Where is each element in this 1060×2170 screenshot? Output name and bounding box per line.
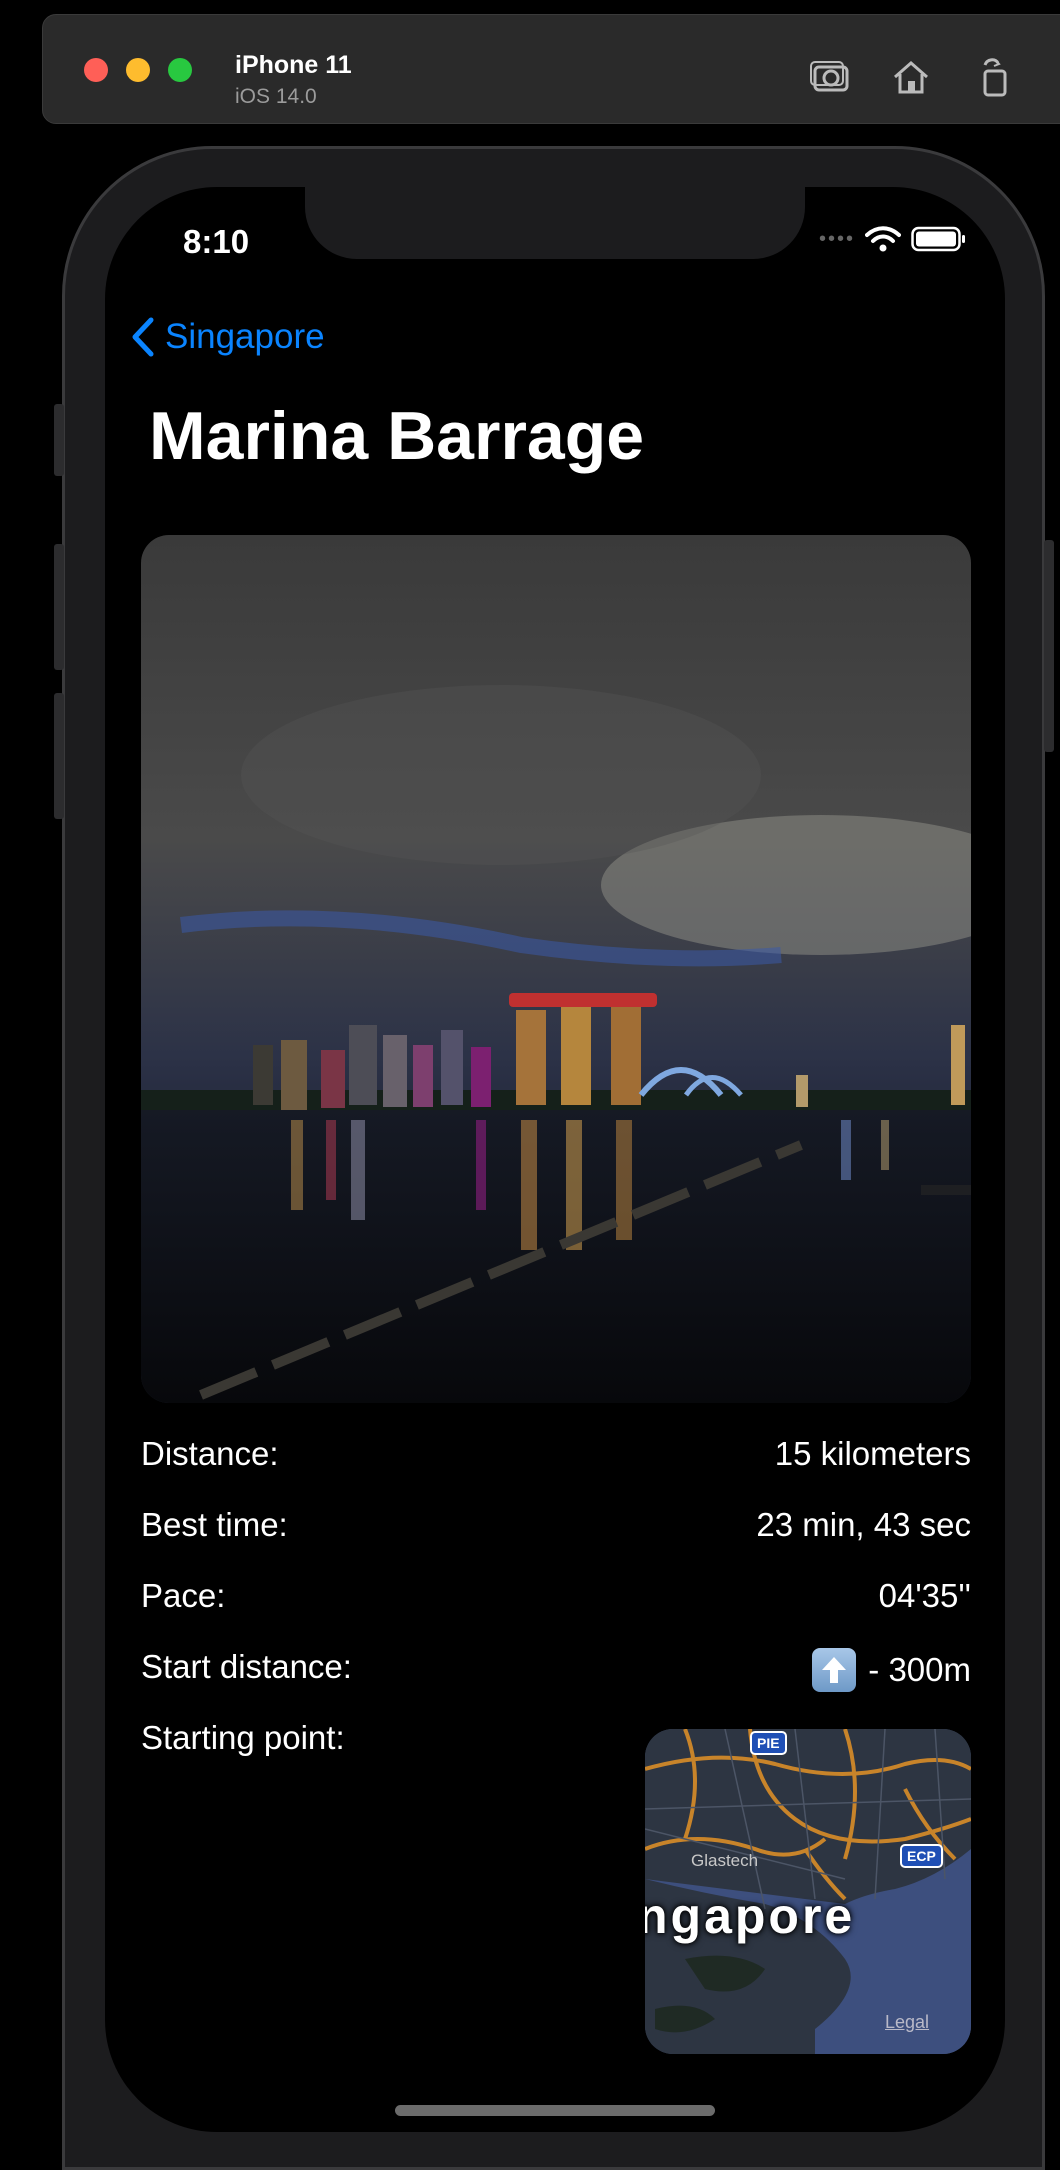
home-indicator[interactable] xyxy=(395,2105,715,2116)
home-icon[interactable] xyxy=(889,55,933,99)
detail-label: Start distance: xyxy=(141,1648,352,1685)
location-photo xyxy=(141,535,971,1403)
detail-value-group: - 300m xyxy=(812,1648,971,1692)
minimize-window-button[interactable] xyxy=(126,58,150,82)
device-name: iPhone 11 xyxy=(235,51,352,79)
map-city-label: ngapore xyxy=(645,1888,856,1944)
detail-label: Starting point: xyxy=(141,1719,345,1756)
detail-row-distance: Distance: 15 kilometers xyxy=(141,1427,971,1498)
simulator-toolbar: iPhone 11 iOS 14.0 xyxy=(42,14,1060,124)
detail-row-start-distance: Start distance: - 300m xyxy=(141,1640,971,1711)
detail-label: Pace: xyxy=(141,1577,226,1614)
os-version: iOS 14.0 xyxy=(235,85,317,108)
signal-icon: •••• xyxy=(818,227,855,250)
map-place-label: Glastech xyxy=(691,1851,759,1870)
notch xyxy=(305,187,805,259)
chevron-left-icon xyxy=(132,317,154,357)
status-icons: •••• xyxy=(819,225,967,253)
volume-up-button xyxy=(54,544,64,670)
starting-point-map[interactable]: PIE ECP Glastech ngapore Legal xyxy=(645,1729,971,2054)
mute-switch xyxy=(54,404,64,476)
zoom-window-button[interactable] xyxy=(168,58,192,82)
detail-value: - 300m xyxy=(868,1651,971,1688)
phone-screen: 8:10 •••• Singapore Marina Barrage Dista… xyxy=(105,187,1005,2132)
screenshot-icon[interactable] xyxy=(809,55,853,99)
wifi-icon xyxy=(865,226,901,252)
detail-label: Best time: xyxy=(141,1506,288,1543)
expressway-shield: ECP xyxy=(900,1844,943,1868)
page-title: Marina Barrage xyxy=(149,398,645,474)
close-window-button[interactable] xyxy=(84,58,108,82)
back-button[interactable]: Singapore xyxy=(131,317,325,357)
detail-row-pace: Pace: 04'35'' xyxy=(141,1569,971,1640)
detail-value: 15 kilometers xyxy=(774,1435,971,1472)
expressway-shield: PIE xyxy=(750,1731,787,1755)
detail-row-best-time: Best time: 23 min, 43 sec xyxy=(141,1498,971,1569)
side-button xyxy=(1044,540,1054,752)
detail-value: 23 min, 43 sec xyxy=(756,1506,971,1543)
volume-down-button xyxy=(54,693,64,819)
up-arrow-icon xyxy=(812,1648,857,1692)
map-legal-link[interactable]: Legal xyxy=(885,2012,929,2033)
detail-label: Distance: xyxy=(141,1435,279,1472)
rotate-icon[interactable] xyxy=(973,55,1017,99)
detail-value: 04'35'' xyxy=(878,1577,971,1614)
back-button-label: Singapore xyxy=(165,317,325,356)
battery-icon xyxy=(911,226,965,252)
status-time: 8:10 xyxy=(183,223,250,260)
